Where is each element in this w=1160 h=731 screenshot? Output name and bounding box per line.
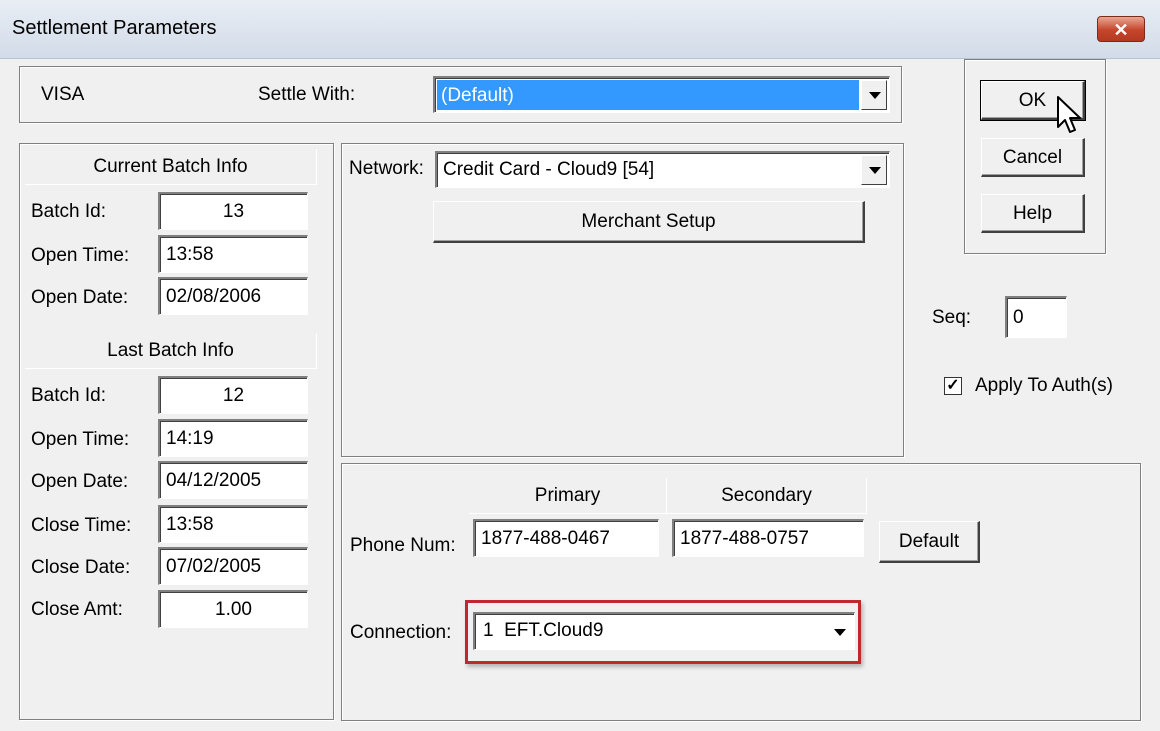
phone-num-label: Phone Num: (350, 535, 456, 556)
network-group (341, 143, 904, 457)
last-close-date-field[interactable]: 07/02/2005 (158, 547, 308, 585)
current-batch-header-text: Current Batch Info (93, 156, 248, 177)
network-label: Network: (349, 158, 424, 179)
help-label: Help (1012, 203, 1053, 224)
phone-primary-header-text: Primary (534, 485, 601, 506)
seq-field[interactable]: 0 (1005, 296, 1067, 338)
last-batch-id-label: Batch Id: (31, 385, 106, 406)
phone-primary-header: Primary (469, 478, 667, 514)
ok-label: OK (1018, 90, 1047, 111)
settle-with-value: (Default) (441, 85, 514, 106)
help-button[interactable]: Help (981, 194, 1085, 233)
current-open-date-field[interactable]: 02/08/2006 (158, 277, 308, 315)
last-batch-id-field[interactable]: 12 (158, 376, 308, 414)
last-open-date-field[interactable]: 04/12/2005 (158, 461, 308, 499)
network-value: Credit Card - Cloud9 [54] (443, 159, 655, 180)
default-phone-label: Default (898, 531, 960, 552)
close-button[interactable]: ✕ (1097, 16, 1145, 42)
merchant-setup-label: Merchant Setup (581, 211, 716, 232)
connection-label: Connection: (350, 622, 452, 643)
phone-secondary-field[interactable]: 1877-488-0757 (672, 519, 864, 557)
network-dropdown[interactable]: Credit Card - Cloud9 [54] (435, 151, 890, 188)
last-batch-header-text: Last Batch Info (107, 340, 234, 361)
chevron-down-icon[interactable] (834, 629, 846, 636)
last-close-time-field[interactable]: 13:58 (158, 505, 308, 543)
current-open-time-field[interactable]: 13:58 (158, 235, 308, 273)
cancel-button[interactable]: Cancel (981, 138, 1085, 177)
mouse-cursor-icon (1057, 96, 1081, 133)
chevron-down-icon[interactable] (861, 155, 887, 185)
chevron-down-icon[interactable] (861, 80, 887, 110)
last-open-time-label: Open Time: (31, 429, 130, 450)
apply-to-auth-checkbox[interactable]: ✓ (944, 377, 962, 395)
checkmark-icon: ✓ (946, 377, 960, 394)
last-close-amt-label: Close Amt: (31, 599, 123, 620)
current-batch-id-field[interactable]: 13 (158, 192, 308, 230)
current-batch-id-label: Batch Id: (31, 201, 106, 222)
settle-with-dropdown[interactable]: (Default) (433, 76, 890, 113)
current-open-date-label: Open Date: (31, 287, 129, 308)
connection-value: 1 EFT.Cloud9 (483, 620, 604, 641)
default-phone-button[interactable]: Default (879, 521, 980, 563)
current-open-time-label: Open Time: (31, 245, 130, 266)
phone-primary-field[interactable]: 1877-488-0467 (473, 519, 659, 557)
settle-with-selected: (Default) (437, 80, 859, 110)
last-open-time-field[interactable]: 14:19 (158, 419, 308, 457)
last-open-date-label: Open Date: (31, 471, 129, 492)
last-close-time-label: Close Time: (31, 515, 132, 536)
settle-with-label: Settle With: (258, 84, 356, 105)
last-close-amt-field[interactable]: 1.00 (158, 590, 308, 628)
close-icon: ✕ (1113, 20, 1129, 40)
cancel-label: Cancel (1002, 147, 1063, 168)
apply-to-auth-label: Apply To Auth(s) (975, 375, 1114, 396)
merchant-setup-button[interactable]: Merchant Setup (433, 201, 865, 243)
seq-label: Seq: (932, 307, 972, 328)
card-type-label: VISA (41, 84, 85, 105)
phone-secondary-header-text: Secondary (721, 485, 812, 506)
phone-secondary-header: Secondary (667, 478, 867, 514)
connection-dropdown[interactable]: 1 EFT.Cloud9 (473, 612, 855, 650)
window-title: Settlement Parameters (12, 17, 217, 39)
last-batch-header: Last Batch Info (25, 333, 317, 369)
current-batch-header: Current Batch Info (25, 149, 317, 185)
last-close-date-label: Close Date: (31, 557, 131, 578)
